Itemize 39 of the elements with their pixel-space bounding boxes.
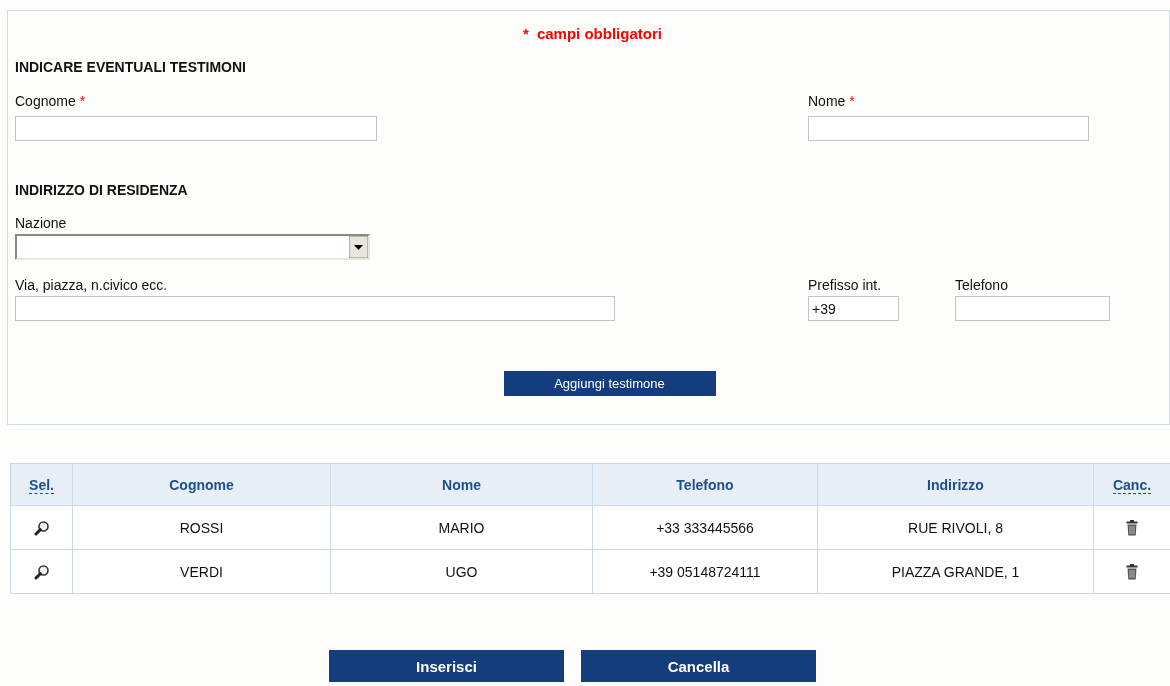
text-field[interactable]: +39 [808, 296, 899, 321]
add-witness-button[interactable]: Aggiungi testimone [503, 371, 716, 396]
table-cell: MARIO [330, 505, 593, 550]
table-cell: ROSSI [72, 505, 331, 550]
cancel-button[interactable]: Cancella [581, 650, 816, 682]
section-title: INDIRIZZO DI RESIDENZA [15, 181, 189, 199]
column-header-link[interactable]: Sel. [29, 476, 54, 494]
search-icon[interactable] [33, 520, 50, 537]
field-label: Via, piazza, n.civico ecc. [15, 276, 168, 294]
field-label: Prefisso int. [808, 276, 882, 294]
trash-icon[interactable] [1126, 520, 1138, 537]
text-field[interactable] [955, 296, 1110, 321]
column-header: Cognome [72, 463, 331, 506]
search-icon[interactable] [33, 564, 50, 581]
field-label: Cognome [15, 92, 76, 110]
table-cell: +39 05148724111 [592, 549, 818, 594]
trash-icon[interactable] [1126, 564, 1138, 581]
required-mark: * [849, 92, 855, 110]
text-field[interactable] [15, 296, 615, 321]
insert-button[interactable]: Inserisci [329, 650, 564, 682]
table-cell: PIAZZA GRANDE, 1 [817, 549, 1094, 594]
table-cell: UGO [330, 549, 593, 594]
table-cell: RUE RIVOLI, 8 [817, 505, 1094, 550]
column-header: Indirizzo [817, 463, 1094, 506]
table-cell: VERDI [72, 549, 331, 594]
field-label: Telefono [955, 276, 1008, 294]
required-mark: * [79, 92, 86, 110]
caret-icon [349, 236, 368, 258]
section-title: INDICARE EVENTUALI TESTIMONI [15, 58, 247, 76]
field-label: Nazione [15, 214, 67, 232]
field-label: Nome [808, 92, 846, 110]
required-note: campi obbligatori [536, 25, 662, 43]
dropdown-field[interactable] [15, 234, 370, 260]
table-cell: +33 333445566 [592, 505, 818, 550]
text-field[interactable] [15, 116, 377, 141]
column-header: Nome [330, 463, 593, 506]
text-field[interactable] [808, 116, 1089, 141]
column-header: Telefono [592, 463, 818, 506]
required-mark: * [523, 25, 529, 43]
